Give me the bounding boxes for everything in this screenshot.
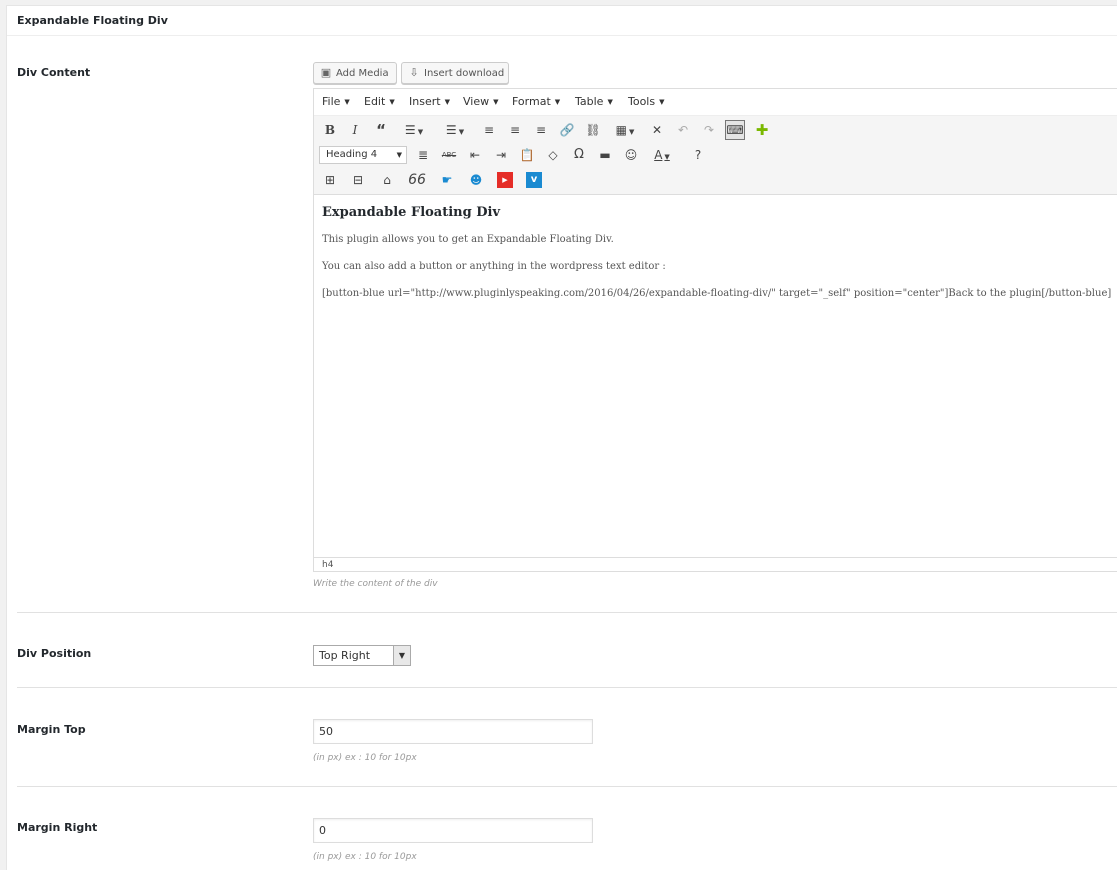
fullscreen-icon[interactable]: ✕ xyxy=(647,120,667,140)
element-path[interactable]: h4 xyxy=(322,560,333,570)
menu-table[interactable]: Table ▼ xyxy=(575,89,613,115)
div-content-description: Write the content of the div xyxy=(313,579,438,589)
quote-icon[interactable]: 66 xyxy=(407,170,427,190)
margin-right-description: (in px) ex : 10 for 10px xyxy=(313,852,417,862)
caret-down-icon: ▼ xyxy=(344,98,350,106)
divider xyxy=(17,687,1117,688)
italic-icon[interactable]: I xyxy=(345,120,365,140)
div-position-select[interactable]: Top Right ▼ xyxy=(313,645,411,666)
blockquote-icon[interactable]: “ xyxy=(371,120,391,140)
menu-file[interactable]: File ▼ xyxy=(322,89,350,115)
menu-tools-label: Tools xyxy=(628,95,656,108)
margin-top-description: (in px) ex : 10 for 10px xyxy=(313,753,417,763)
page-break-icon[interactable]: ⊟ xyxy=(348,170,368,190)
menu-edit[interactable]: Edit ▼ xyxy=(364,89,395,115)
content-paragraph-1: This plugin allows you to get an Expanda… xyxy=(322,234,614,245)
indent-icon[interactable]: ⇥ xyxy=(491,145,511,165)
eraser-icon[interactable]: ◇ xyxy=(543,145,563,165)
omega-icon[interactable]: Ω xyxy=(569,145,589,165)
hand-pointer-icon[interactable]: ☛ xyxy=(437,170,457,190)
format-select[interactable]: Heading 4 ▼ xyxy=(319,146,407,164)
add-media-label: Add Media xyxy=(336,68,389,79)
numbered-list-icon[interactable]: ☰ ▼ xyxy=(440,120,470,140)
caret-down-icon: ▼ xyxy=(607,98,613,106)
divider xyxy=(17,612,1117,613)
chevron-down-icon: ▼ xyxy=(393,646,410,665)
rich-text-editor: File ▼ Edit ▼ Insert ▼ View ▼ Format ▼ Table ▼… xyxy=(313,88,1117,572)
media-icon: ▣ xyxy=(320,66,332,79)
menu-format[interactable]: Format ▼ xyxy=(512,89,560,115)
margin-right-input[interactable]: 0 xyxy=(313,818,593,843)
content-paragraph-2: You can also add a button or anything in… xyxy=(322,261,666,272)
vimeo-icon[interactable]: v xyxy=(526,172,542,188)
text-color-icon[interactable]: A ▼ xyxy=(647,145,677,165)
menu-view-label: View xyxy=(463,95,490,108)
menu-table-label: Table xyxy=(575,95,604,108)
margin-right-value: 0 xyxy=(319,824,326,837)
strikethrough-icon[interactable]: ABC xyxy=(439,145,459,165)
outdent-icon[interactable]: ⇤ xyxy=(465,145,485,165)
menu-tools[interactable]: Tools ▼ xyxy=(628,89,665,115)
horizontal-rule-icon[interactable]: ▬ xyxy=(595,145,615,165)
youtube-icon[interactable]: ▶ xyxy=(497,172,513,188)
menu-edit-label: Edit xyxy=(364,95,386,108)
div-content-label: Div Content xyxy=(17,66,91,79)
caret-down-icon: ▼ xyxy=(659,98,665,106)
margin-top-value: 50 xyxy=(319,725,333,738)
justify-icon[interactable]: ≣ xyxy=(413,145,433,165)
smiley-icon[interactable]: ☻ xyxy=(466,170,486,190)
unlink-icon[interactable]: ⛓ xyxy=(583,120,603,140)
align-left-icon[interactable]: ≡ xyxy=(479,120,499,140)
redo-icon[interactable]: ↷ xyxy=(699,120,719,140)
insert-download-label: Insert download xyxy=(424,68,505,79)
caret-down-icon: ▼ xyxy=(554,98,561,106)
insert-download-button[interactable]: ⇩ Insert download xyxy=(401,62,509,84)
caret-down-icon: ▼ xyxy=(396,151,402,159)
add-media-button[interactable]: ▣ Add Media xyxy=(313,62,397,84)
bullet-list-icon[interactable]: ☰ ▼ xyxy=(399,120,429,140)
editor-menubar: File ▼ Edit ▼ Insert ▼ View ▼ Format ▼ Table ▼… xyxy=(314,89,1117,116)
align-right-icon[interactable]: ≡ xyxy=(531,120,551,140)
div-position-label: Div Position xyxy=(17,647,92,660)
help-icon[interactable]: ? xyxy=(688,145,708,165)
toolbar-toggle-icon[interactable]: ⌨ xyxy=(725,120,745,140)
menu-view[interactable]: View ▼ xyxy=(463,89,499,115)
editor-statusbar: h4 xyxy=(314,557,1117,572)
undo-icon[interactable]: ↶ xyxy=(673,120,693,140)
grid-icon[interactable]: ⊞ xyxy=(320,170,340,190)
table-icon[interactable]: ▦ ▼ xyxy=(610,120,640,140)
link-icon[interactable]: 🔗 xyxy=(557,120,577,140)
paste-text-icon[interactable]: 📋 xyxy=(517,145,537,165)
content-paragraph-3: [button-blue url="http://www.pluginlyspe… xyxy=(322,288,1112,299)
margin-right-label: Margin Right xyxy=(17,821,98,834)
margin-top-input[interactable]: 50 xyxy=(313,719,593,744)
editor-toolbars: B I “ ☰ ▼ ☰ ▼ ≡ ≡ ≡ 🔗 ⛓ ▦ ▼ ✕ ↶ ↷ ⌨ ✚ Headi… xyxy=(314,116,1117,195)
panel-title: Expandable Floating Div xyxy=(7,6,1117,36)
emoticon-icon[interactable]: ☺ xyxy=(621,145,641,165)
bold-icon[interactable]: B xyxy=(320,120,340,140)
hat-icon[interactable]: ⌂ xyxy=(377,170,397,190)
align-center-icon[interactable]: ≡ xyxy=(505,120,525,140)
caret-down-icon: ▼ xyxy=(444,98,450,106)
settings-panel: Expandable Floating Div Div Content ▣ Add… xyxy=(6,5,1117,870)
caret-down-icon: ▼ xyxy=(389,98,395,106)
div-position-value: Top Right xyxy=(319,649,371,662)
menu-file-label: File xyxy=(322,95,341,108)
divider xyxy=(17,786,1117,787)
caret-down-icon: ▼ xyxy=(493,98,499,106)
editor-content[interactable]: Expandable Floating Div This plugin allo… xyxy=(322,205,1112,315)
menu-insert[interactable]: Insert ▼ xyxy=(409,89,450,115)
margin-top-label: Margin Top xyxy=(17,723,86,736)
content-heading: Expandable Floating Div xyxy=(322,205,501,220)
menu-format-label: Format xyxy=(512,95,551,108)
plus-icon[interactable]: ✚ xyxy=(752,120,772,140)
menu-insert-label: Insert xyxy=(409,95,441,108)
download-icon: ⇩ xyxy=(409,66,419,79)
format-select-value: Heading 4 xyxy=(326,149,378,160)
